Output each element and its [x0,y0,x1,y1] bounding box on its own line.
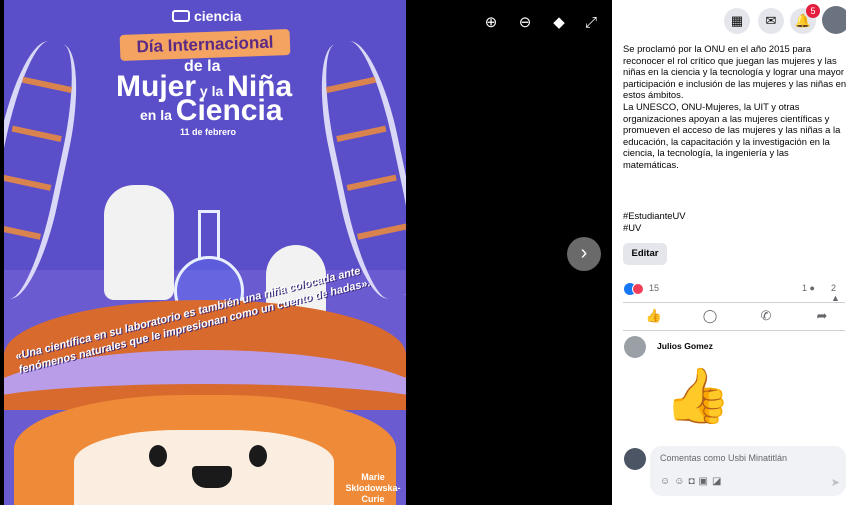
zoom-in-icon[interactable]: ⊕ [482,14,500,32]
like-button[interactable]: 👍 [634,308,674,326]
reaction-count[interactable]: 15 [649,283,659,293]
quote-signature: Marie Sklodowska-Curie [340,472,406,505]
thumbs-up-sticker-icon: 👍 [664,366,732,426]
title-en-la: en la [140,107,176,123]
title-ciencia: en la Ciencia [140,94,283,128]
camera-icon[interactable]: ◘ [688,476,698,487]
comment-icon: ◯ [702,308,718,323]
composer-tools: ☺☺◘▣◪ [660,476,725,487]
logo-icon [172,10,190,22]
edit-button[interactable]: Editar [623,243,667,265]
ribbon-title: Día Internacional [136,32,274,57]
comment-count-value: 1 [802,283,808,293]
emoji-icon[interactable]: ☺ [674,476,688,487]
comment-input[interactable]: Comentas como Usbi Minatitlán [660,453,787,463]
poster-image: ciencia Día Internacional de la Mujer y … [4,0,406,505]
tag-icon[interactable]: ◆ [550,14,568,32]
post-paragraph-1: Se proclamó por la ONU en el año 2015 pa… [623,43,846,101]
post-paragraph-2: La UNESCO, ONU-Mujeres, la UIT y otras o… [623,100,841,170]
comment-composer[interactable]: Comentas como Usbi Minatitlán ☺☺◘▣◪ ➤ [650,446,846,496]
zoom-out-icon[interactable]: ⊖ [516,14,534,32]
girl-mouth [192,466,232,488]
girl-eye-left [149,445,167,467]
commenter-name[interactable]: Julios Gomez [657,341,713,351]
hashtag-estudianteuv[interactable]: #EstudianteUV [623,210,686,222]
messenger-button[interactable]: ✉ [758,8,784,34]
chevron-right-icon: › [580,242,588,264]
post-hashtags: #EstudianteUV #UV [623,210,686,234]
commenter-avatar[interactable] [624,336,646,358]
notifications-badge: 5 [806,4,820,18]
post-body: Se proclamó por la ONU en el año 2015 pa… [623,43,846,171]
send-icon[interactable]: ➤ [831,476,840,489]
love-reaction-icon [632,283,644,295]
poster-ribbon: Día Internacional [119,29,291,61]
notifications-button[interactable]: 🔔 5 [790,4,820,34]
avatar-sticker-icon[interactable]: ☺ [660,476,674,487]
fullscreen-icon[interactable]: ⤢ [582,14,600,32]
share-count-value: 2 [831,283,837,293]
comment-button[interactable]: ◯ [690,308,730,326]
top-bar: ▦ ✉ 🔔 5 [612,0,846,40]
whatsapp-button[interactable]: ✆ [746,308,786,326]
signature-last: Sklodowska-Curie [345,483,401,504]
gif-icon[interactable]: ▣ [698,476,711,487]
sticker-icon[interactable]: ◪ [712,476,725,487]
menu-grid-button[interactable]: ▦ [724,8,750,34]
photo-viewer: ciencia Día Internacional de la Mujer y … [0,0,612,505]
divider-top [623,302,845,303]
reactions-summary[interactable]: 15 1 ● 2 ▲ [624,283,846,303]
grid-icon: ▦ [730,13,744,28]
scientist-left-illustration [104,185,174,300]
comment-count[interactable]: 1 ● [802,283,815,293]
divider-bottom [623,330,845,331]
poster-brand: ciencia [172,8,241,24]
whatsapp-icon: ✆ [760,308,772,323]
share-icon: ➦ [816,308,828,323]
composer-avatar[interactable] [624,448,646,470]
thumbs-up-icon: 👍 [645,308,663,323]
girl-eye-right [249,445,267,467]
signature-first: Marie [361,472,385,482]
comment-bubble-icon: ● [809,283,815,293]
share-count[interactable]: 2 ▲ [831,283,846,303]
title-ciencia-word: Ciencia [175,94,283,127]
post-panel: ▦ ✉ 🔔 5 Se proclamó por la ONU en el año… [612,0,846,505]
messenger-icon: ✉ [765,13,777,28]
brand-text: ciencia [194,8,242,24]
profile-avatar[interactable] [822,6,846,34]
share-button[interactable]: ➦ [802,308,842,326]
poster-date: 11 de febrero [180,127,237,137]
hashtag-uv[interactable]: #UV [623,222,686,234]
next-photo-button[interactable]: › [567,237,601,271]
dna-helix-left [4,35,91,305]
